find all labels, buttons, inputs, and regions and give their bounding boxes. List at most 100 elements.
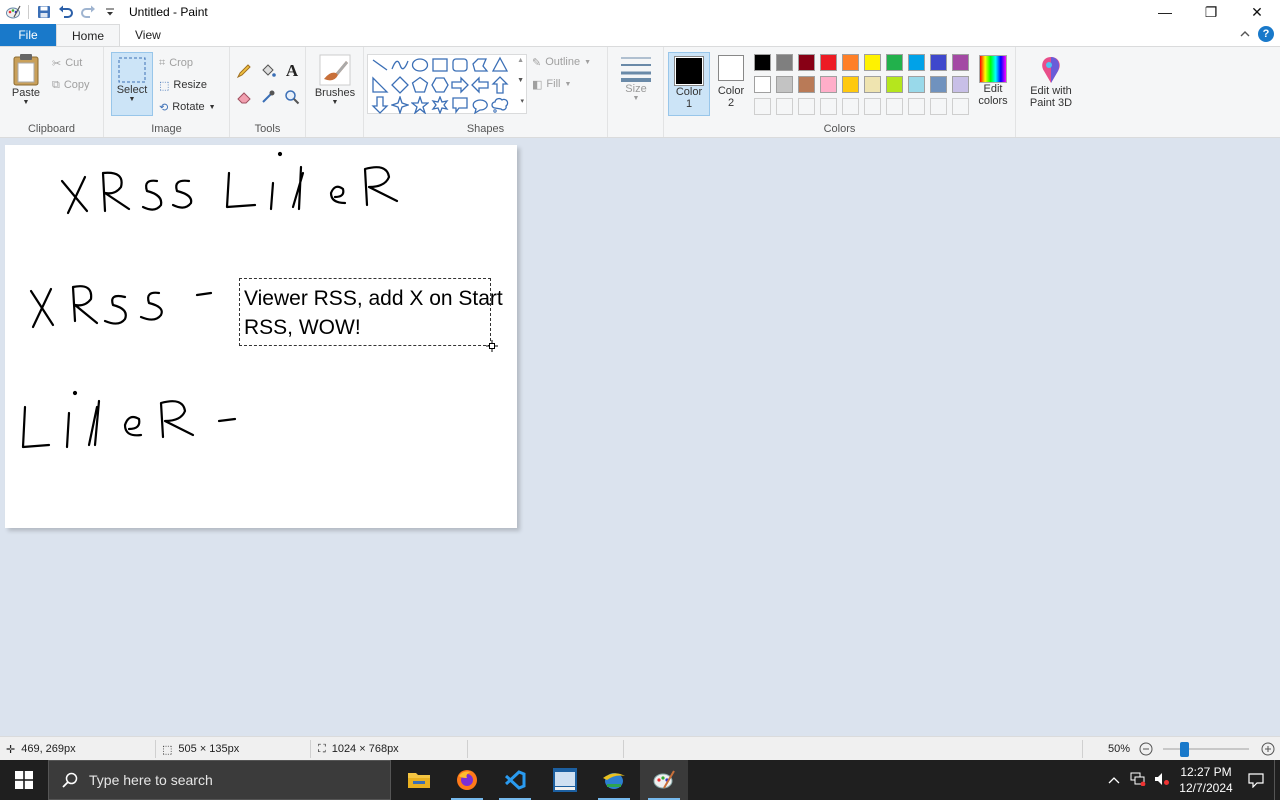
help-icon[interactable]: ? xyxy=(1258,26,1274,42)
cut-button[interactable]: ✂ Cut xyxy=(52,53,82,73)
size-button[interactable]: Size ▼ xyxy=(616,55,656,102)
palette-color-swatch[interactable] xyxy=(952,76,969,93)
brushes-button[interactable]: Brushes ▼ xyxy=(312,53,358,106)
resize-button[interactable]: ⬚ Resize xyxy=(159,75,207,95)
custom-color-slot[interactable] xyxy=(842,98,859,115)
resize-handle-icon[interactable] xyxy=(486,340,498,352)
hexagon-shape-icon[interactable] xyxy=(431,76,449,94)
paste-button[interactable]: Paste ▼ xyxy=(8,53,44,106)
line-shape-icon[interactable] xyxy=(371,56,389,74)
collapse-ribbon-icon[interactable] xyxy=(1240,27,1250,41)
palette-color-swatch[interactable] xyxy=(930,54,947,71)
palette-color-swatch[interactable] xyxy=(930,76,947,93)
edit-colors-button[interactable]: Edit colors xyxy=(974,55,1012,107)
drawing-canvas[interactable]: Viewer RSS, add X on Start RSS, WOW! xyxy=(5,145,517,528)
outline-button[interactable]: ✎ Outline ▼ xyxy=(532,52,591,72)
up-arrow-shape-icon[interactable] xyxy=(491,76,509,94)
four-point-star-shape-icon[interactable] xyxy=(391,96,409,114)
custom-color-slot[interactable] xyxy=(864,98,881,115)
internet-app-taskbar-button[interactable] xyxy=(590,760,638,800)
text-tool-icon[interactable]: A xyxy=(282,61,302,81)
shapes-scroll-down-icon[interactable]: ▼ xyxy=(517,77,524,84)
rounded-rectangle-shape-icon[interactable] xyxy=(451,56,469,74)
right-arrow-shape-icon[interactable] xyxy=(451,76,469,94)
palette-color-swatch[interactable] xyxy=(798,54,815,71)
zoom-slider-thumb[interactable] xyxy=(1180,742,1189,757)
palette-color-swatch[interactable] xyxy=(776,54,793,71)
zoom-slider-track[interactable] xyxy=(1163,748,1249,750)
cloud-callout-shape-icon[interactable] xyxy=(491,96,509,114)
diamond-shape-icon[interactable] xyxy=(391,76,409,94)
taskbar-search-box[interactable]: Type here to search xyxy=(48,760,391,800)
palette-color-swatch[interactable] xyxy=(842,76,859,93)
palette-color-swatch[interactable] xyxy=(908,76,925,93)
paint-taskbar-button[interactable] xyxy=(640,760,688,800)
curve-shape-icon[interactable] xyxy=(391,56,409,74)
undo-icon[interactable] xyxy=(55,1,77,23)
eraser-icon[interactable] xyxy=(234,87,254,107)
app-taskbar-button[interactable] xyxy=(541,760,589,800)
palette-color-swatch[interactable] xyxy=(798,76,815,93)
five-point-star-shape-icon[interactable] xyxy=(411,96,429,114)
custom-color-slot[interactable] xyxy=(908,98,925,115)
customize-qat-icon[interactable] xyxy=(99,1,121,23)
custom-color-slot[interactable] xyxy=(952,98,969,115)
palette-color-swatch[interactable] xyxy=(842,54,859,71)
custom-color-slot[interactable] xyxy=(776,98,793,115)
crop-button[interactable]: ⌗ Crop xyxy=(159,53,193,73)
minimize-button[interactable]: — xyxy=(1142,0,1188,24)
paint-app-icon[interactable] xyxy=(2,1,24,23)
oval-callout-shape-icon[interactable] xyxy=(471,96,489,114)
shapes-expand-icon[interactable]: ▾ xyxy=(520,97,524,105)
palette-color-swatch[interactable] xyxy=(754,54,771,71)
rotate-button[interactable]: ⟲ Rotate ▼ xyxy=(159,97,216,117)
network-icon[interactable] xyxy=(1126,772,1150,789)
tab-home[interactable]: Home xyxy=(56,24,121,46)
edit-with-paint3d-button[interactable]: Edit with Paint 3D xyxy=(1022,55,1080,109)
fill-button[interactable]: ◧ Fill ▼ xyxy=(532,74,571,94)
palette-color-swatch[interactable] xyxy=(820,76,837,93)
color-picker-icon[interactable] xyxy=(258,87,278,107)
polygon-shape-icon[interactable] xyxy=(471,56,489,74)
maximize-button[interactable]: ❐ xyxy=(1188,0,1234,24)
canvas-workspace[interactable]: Viewer RSS, add X on Start RSS, WOW! xyxy=(0,139,1280,736)
down-arrow-shape-icon[interactable] xyxy=(371,96,389,114)
right-triangle-shape-icon[interactable] xyxy=(371,76,389,94)
fill-bucket-icon[interactable] xyxy=(258,61,278,81)
copy-button[interactable]: ⧉ Copy xyxy=(52,75,90,95)
palette-color-swatch[interactable] xyxy=(776,76,793,93)
six-point-star-shape-icon[interactable] xyxy=(431,96,449,114)
rectangle-shape-icon[interactable] xyxy=(431,56,449,74)
start-button[interactable] xyxy=(0,760,48,800)
select-button[interactable]: Select ▼ xyxy=(111,52,153,116)
shapes-scroll-up-icon[interactable]: ▲ xyxy=(517,57,524,64)
custom-color-slot[interactable] xyxy=(820,98,837,115)
text-box[interactable]: Viewer RSS, add X on Start RSS, WOW! xyxy=(239,278,503,346)
palette-color-swatch[interactable] xyxy=(820,54,837,71)
palette-color-swatch[interactable] xyxy=(908,54,925,71)
redo-icon[interactable] xyxy=(77,1,99,23)
zoom-out-button[interactable] xyxy=(1139,737,1153,761)
palette-color-swatch[interactable] xyxy=(886,76,903,93)
clock[interactable]: 12:27 PM 12/7/2024 xyxy=(1174,764,1238,796)
palette-color-swatch[interactable] xyxy=(864,54,881,71)
color1-button[interactable]: Color 1 xyxy=(668,52,710,116)
palette-color-swatch[interactable] xyxy=(864,76,881,93)
triangle-shape-icon[interactable] xyxy=(491,56,509,74)
zoom-in-button[interactable] xyxy=(1261,737,1275,761)
oval-shape-icon[interactable] xyxy=(411,56,429,74)
volume-icon[interactable] xyxy=(1150,772,1174,789)
palette-color-swatch[interactable] xyxy=(886,54,903,71)
firefox-taskbar-button[interactable] xyxy=(443,760,491,800)
custom-color-slot[interactable] xyxy=(754,98,771,115)
palette-color-swatch[interactable] xyxy=(754,76,771,93)
custom-color-slot[interactable] xyxy=(798,98,815,115)
vscode-taskbar-button[interactable] xyxy=(491,760,539,800)
file-explorer-taskbar-button[interactable] xyxy=(395,760,443,800)
rectangular-callout-shape-icon[interactable] xyxy=(451,96,469,114)
palette-color-swatch[interactable] xyxy=(952,54,969,71)
close-button[interactable]: ✕ xyxy=(1234,0,1280,24)
custom-color-slot[interactable] xyxy=(930,98,947,115)
pencil-icon[interactable] xyxy=(234,61,254,81)
custom-color-slot[interactable] xyxy=(886,98,903,115)
